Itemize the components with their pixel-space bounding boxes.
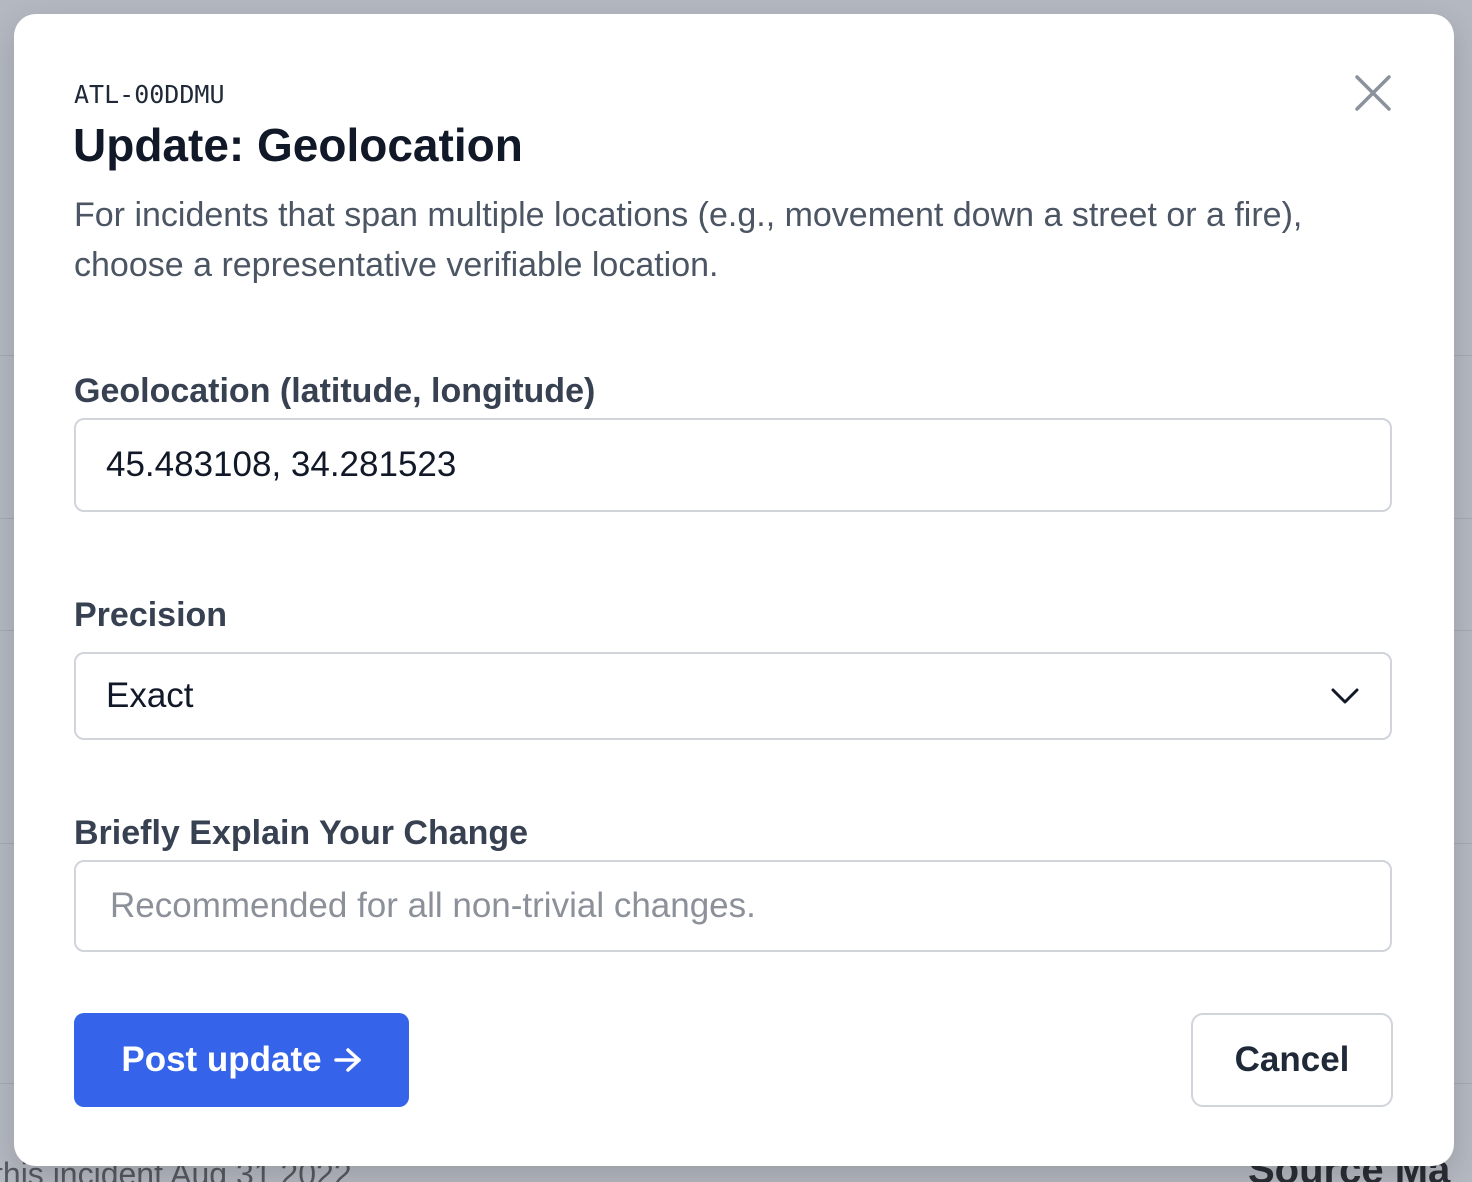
cancel-button[interactable]: Cancel	[1191, 1013, 1393, 1107]
background-divider	[1454, 518, 1472, 519]
background-divider	[0, 843, 14, 844]
precision-select[interactable]: Exact	[74, 652, 1392, 740]
precision-selected-value: Exact	[106, 676, 194, 715]
post-update-label: Post update	[121, 1040, 322, 1079]
update-geolocation-dialog: ATL-00DDMU Update: Geolocation For incid…	[14, 14, 1454, 1166]
chevron-down-icon	[1330, 686, 1360, 706]
geolocation-input[interactable]	[74, 418, 1392, 512]
cancel-label: Cancel	[1234, 1040, 1350, 1079]
explanation-label: Briefly Explain Your Change	[74, 814, 529, 852]
arrow-right-icon	[333, 1048, 361, 1072]
precision-label: Precision	[74, 596, 228, 634]
background-divider	[1454, 843, 1472, 844]
background-divider	[0, 630, 14, 631]
close-button[interactable]	[1350, 70, 1396, 116]
background-divider	[1454, 1083, 1472, 1084]
close-icon	[1355, 75, 1391, 111]
incident-id: ATL-00DDMU	[74, 80, 225, 109]
dialog-description: For incidents that span multiple locatio…	[74, 196, 1303, 284]
post-update-button[interactable]: Post update	[74, 1013, 409, 1107]
geolocation-label: Geolocation (latitude, longitude)	[74, 372, 596, 410]
background-divider	[0, 518, 14, 519]
background-divider	[0, 1083, 14, 1084]
dialog-title: Update: Geolocation	[73, 119, 523, 171]
background-divider	[1454, 355, 1472, 356]
background-divider	[0, 355, 14, 356]
background-divider	[1454, 630, 1472, 631]
explanation-input[interactable]	[74, 860, 1392, 952]
